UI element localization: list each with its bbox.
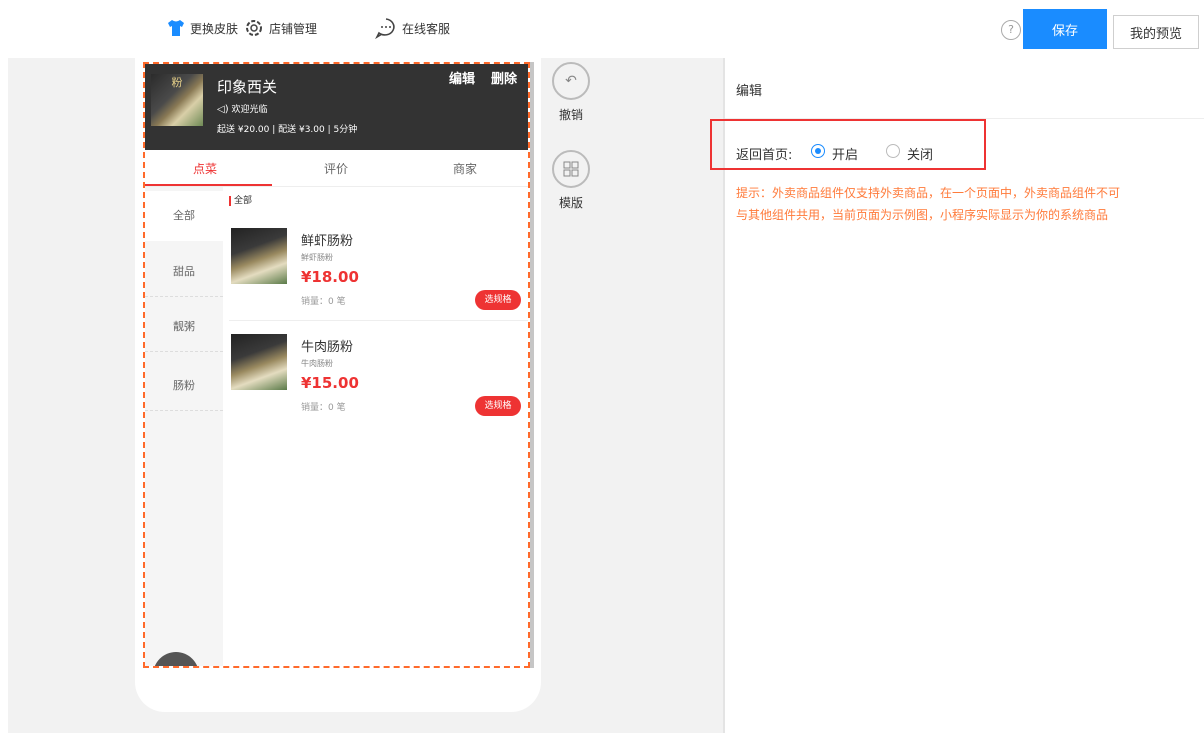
help-icon[interactable]: ? — [1001, 20, 1021, 40]
shop-name: 印象西关 — [217, 78, 278, 96]
my-preview-button[interactable]: 我的预览 — [1113, 15, 1199, 49]
change-skin-button[interactable]: 更换皮肤 — [166, 14, 238, 42]
tab-reviews[interactable]: 评价 — [324, 160, 348, 177]
shop-notice: ◁) 欢迎光临 — [217, 102, 267, 115]
radio-close[interactable] — [886, 144, 900, 158]
shop-header: 粉 印象西关 ◁) 欢迎光临 起送 ¥20.00 | 配送 ¥3.00 | 5分… — [145, 64, 528, 150]
online-service-label: 在线客服 — [402, 21, 451, 36]
product-subtitle: 鲜虾肠粉 — [301, 253, 333, 262]
chat-bubble-icon — [375, 18, 395, 39]
delete-component-button[interactable]: 删除 — [491, 68, 517, 87]
undo-label: 撤销 — [558, 108, 583, 122]
gear-icon — [246, 20, 262, 36]
tab-active-indicator — [145, 184, 272, 186]
category-rice-roll[interactable]: 肠粉 — [145, 361, 223, 411]
category-dessert[interactable]: 甜品 — [145, 247, 223, 297]
template-label: 模版 — [558, 196, 583, 210]
template-button[interactable]: 模版 — [552, 150, 590, 211]
radio-close-label[interactable]: 关闭 — [907, 144, 933, 163]
item-divider — [229, 320, 528, 321]
shop-logo-text: 粉 — [171, 76, 183, 89]
radio-open-label[interactable]: 开启 — [832, 144, 858, 163]
shop-notice-text: 欢迎光临 — [231, 105, 268, 115]
product-price: ¥18.00 — [301, 268, 359, 286]
tip-line: 提示：外卖商品组件仅支持外卖商品，在一个页面中，外卖商品组件不可 — [736, 186, 1121, 200]
radio-open[interactable] — [811, 144, 825, 158]
shop-tabs: 点菜 评价 商家 — [145, 150, 528, 187]
change-skin-label: 更换皮肤 — [190, 21, 239, 36]
product-name: 牛肉肠粉 — [301, 340, 354, 355]
save-button[interactable]: 保存 — [1023, 9, 1107, 49]
top-toolbar: 更换皮肤 店铺管理 在线客服 ? 保存 我的预览 — [0, 0, 1204, 58]
product-image — [231, 228, 287, 284]
product-subtitle: 牛肉肠粉 — [301, 359, 333, 368]
tab-merchant[interactable]: 商家 — [453, 160, 477, 177]
online-service-button[interactable]: 在线客服 — [374, 14, 450, 42]
delivery-info: 起送 ¥20.00 | 配送 ¥3.00 | 5分钟 — [217, 125, 358, 135]
product-sales: 销量：0 笔 — [301, 403, 346, 413]
tab-order[interactable]: 点菜 — [193, 160, 217, 177]
product-price: ¥15.00 — [301, 374, 359, 392]
product-sales: 销量：0 笔 — [301, 297, 346, 307]
undo-button[interactable]: ↶ 撤销 — [552, 62, 590, 123]
product-name: 鲜虾肠粉 — [301, 234, 354, 249]
undo-icon: ↶ — [552, 62, 590, 100]
preview-scrollbar[interactable] — [530, 62, 534, 668]
tshirt-icon — [168, 20, 184, 36]
section-label: 全部 — [229, 196, 252, 206]
takeout-component[interactable]: 粉 印象西关 ◁) 欢迎光临 起送 ¥20.00 | 配送 ¥3.00 | 5分… — [143, 62, 530, 668]
select-spec-button[interactable]: 选规格 — [475, 290, 521, 310]
store-management-label: 店铺管理 — [269, 21, 318, 36]
product-image — [231, 334, 287, 390]
speaker-icon: ◁) — [217, 104, 229, 115]
template-grid-icon — [552, 150, 590, 188]
edit-component-button[interactable]: 编辑 — [449, 68, 475, 87]
return-home-label: 返回首页: — [736, 148, 793, 163]
category-all[interactable]: 全部 — [145, 191, 223, 241]
category-congee[interactable]: 靓粥 — [145, 302, 223, 352]
shop-logo: 粉 — [151, 74, 203, 126]
tip-line: 与其他组件共用，当前页面为示例图，小程序实际显示为你的系统商品 — [736, 208, 1109, 222]
category-sidebar: 全部 甜品 靓粥 肠粉 — [145, 187, 223, 666]
tip-text: 提示：外卖商品组件仅支持外卖商品，在一个页面中，外卖商品组件不可 与其他组件共用… — [736, 182, 1198, 226]
select-spec-button[interactable]: 选规格 — [475, 396, 521, 416]
store-management-button[interactable]: 店铺管理 — [243, 14, 317, 42]
panel-title: 编辑 — [736, 84, 763, 99]
